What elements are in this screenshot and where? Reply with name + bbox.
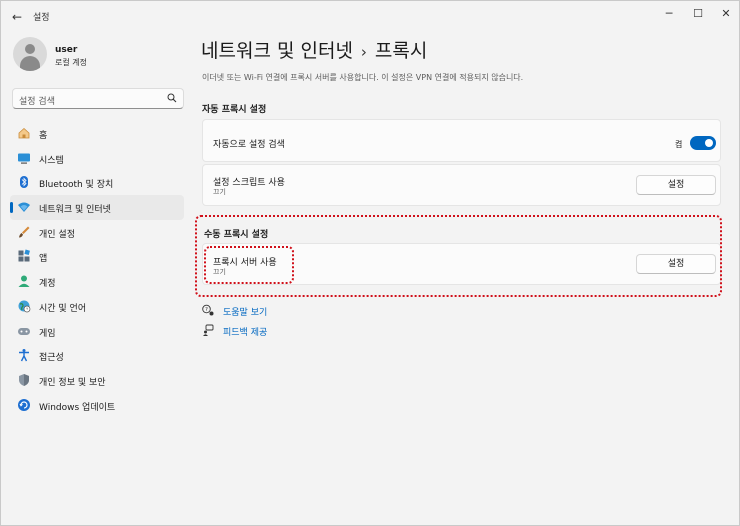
globe-icon xyxy=(18,300,31,313)
search-placeholder: 설정 검색 xyxy=(19,97,55,107)
sidebar-item-privacy[interactable]: 개인 정보 및 보안 xyxy=(10,368,184,393)
sidebar-item-accounts[interactable]: 계정 xyxy=(10,269,184,294)
close-button[interactable]: ✕ xyxy=(712,5,740,23)
accessibility-icon xyxy=(19,349,29,362)
auto-detect-label: 자동으로 설정 검색 xyxy=(213,140,285,150)
sidebar-item-label: Windows 업데이트 xyxy=(39,402,116,413)
sidebar-item-apps[interactable]: 앱 xyxy=(10,244,184,269)
sidebar-item-label: 앱 xyxy=(39,254,48,265)
feedback-icon xyxy=(203,324,214,336)
setup-script-button[interactable]: 설정 xyxy=(636,175,716,195)
settings-window: ← 설정 ─ ☐ ✕ user 로컬 계정 설정 검색 홈 시스템 Blueto… xyxy=(0,0,740,526)
setup-script-status: 끄기 xyxy=(213,188,226,196)
user-name: user xyxy=(55,45,78,55)
sidebar-item-label: 계정 xyxy=(39,279,56,290)
sidebar-item-accessibility[interactable]: 접근성 xyxy=(10,343,184,368)
sidebar-item-label: 시스템 xyxy=(39,155,64,166)
sidebar-item-label: Bluetooth 및 장치 xyxy=(39,180,114,191)
sidebar-item-time-language[interactable]: 시간 및 언어 xyxy=(10,294,184,319)
auto-detect-toggle[interactable] xyxy=(690,136,716,150)
back-arrow-icon[interactable]: ← xyxy=(9,9,25,25)
setup-script-card: 설정 스크립트 사용 끄기 설정 xyxy=(202,164,721,206)
help-link-text[interactable]: 도움말 보기 xyxy=(223,305,267,318)
search-icon xyxy=(167,93,177,103)
sidebar-item-label: 게임 xyxy=(39,328,56,339)
sidebar-item-label: 홈 xyxy=(39,131,48,141)
sidebar-item-system[interactable]: 시스템 xyxy=(10,146,184,171)
network-icon xyxy=(18,202,30,213)
account-icon xyxy=(18,275,30,288)
system-icon xyxy=(18,153,30,164)
help-link[interactable]: ? 도움말 보기 xyxy=(202,303,302,319)
search-input[interactable]: 설정 검색 xyxy=(12,88,184,109)
update-icon xyxy=(18,398,30,411)
breadcrumb-separator: › xyxy=(360,43,367,61)
svg-text:?: ? xyxy=(205,307,208,313)
bluetooth-icon xyxy=(20,176,28,189)
sidebar-item-label: 개인 정보 및 보안 xyxy=(39,377,106,388)
avatar xyxy=(13,37,47,71)
user-profile[interactable]: user 로컬 계정 xyxy=(13,37,183,77)
feedback-link-text[interactable]: 피드백 제공 xyxy=(223,325,267,338)
maximize-button[interactable]: ☐ xyxy=(684,5,712,23)
minimize-button[interactable]: ─ xyxy=(655,5,683,23)
sidebar-item-label: 네트워크 및 인터넷 xyxy=(39,205,111,216)
help-icon: ? xyxy=(202,304,214,316)
sidebar-item-label: 시간 및 언어 xyxy=(39,303,87,314)
gamepad-icon xyxy=(18,327,30,335)
feedback-link[interactable]: 피드백 제공 xyxy=(202,323,302,339)
auto-detect-settings-card: 자동으로 설정 검색 켬 xyxy=(202,119,721,162)
sidebar-item-label: 개인 설정 xyxy=(39,229,75,240)
page-description: 이더넷 또는 Wi-Fi 연결에 프록시 서버를 사용합니다. 이 설정은 VP… xyxy=(202,73,524,82)
home-icon xyxy=(18,127,30,139)
brush-icon xyxy=(19,226,30,238)
sidebar-item-windows-update[interactable]: Windows 업데이트 xyxy=(10,393,184,418)
sidebar-item-network[interactable]: 네트워크 및 인터넷 xyxy=(10,195,184,220)
section-title-auto-proxy: 자동 프록시 설정 xyxy=(202,105,267,115)
page-title: 프록시 xyxy=(374,40,428,62)
breadcrumb-parent[interactable]: 네트워크 및 인터넷 xyxy=(201,40,353,62)
toggle-knob xyxy=(705,139,713,147)
proxy-server-highlight xyxy=(204,246,294,284)
toggle-state-label: 켬 xyxy=(675,140,683,149)
shield-icon xyxy=(19,373,29,386)
sidebar-item-home[interactable]: 홈 xyxy=(10,121,184,146)
active-indicator xyxy=(10,202,13,214)
sidebar-item-label: 접근성 xyxy=(39,353,64,364)
sidebar-item-personalization[interactable]: 개인 설정 xyxy=(10,220,184,245)
breadcrumb: 네트워크 및 인터넷 › 프록시 xyxy=(201,36,427,63)
sidebar-item-bluetooth[interactable]: Bluetooth 및 장치 xyxy=(10,170,184,195)
title-bar: ← 설정 ─ ☐ ✕ xyxy=(1,1,739,31)
apps-icon xyxy=(18,249,30,262)
sidebar-item-gaming[interactable]: 게임 xyxy=(10,319,184,344)
app-title: 설정 xyxy=(33,13,50,23)
user-account-type: 로컬 계정 xyxy=(55,58,87,67)
sidebar-nav: 홈 시스템 Bluetooth 및 장치 네트워크 및 인터넷 개인 설정 앱 … xyxy=(10,121,184,417)
